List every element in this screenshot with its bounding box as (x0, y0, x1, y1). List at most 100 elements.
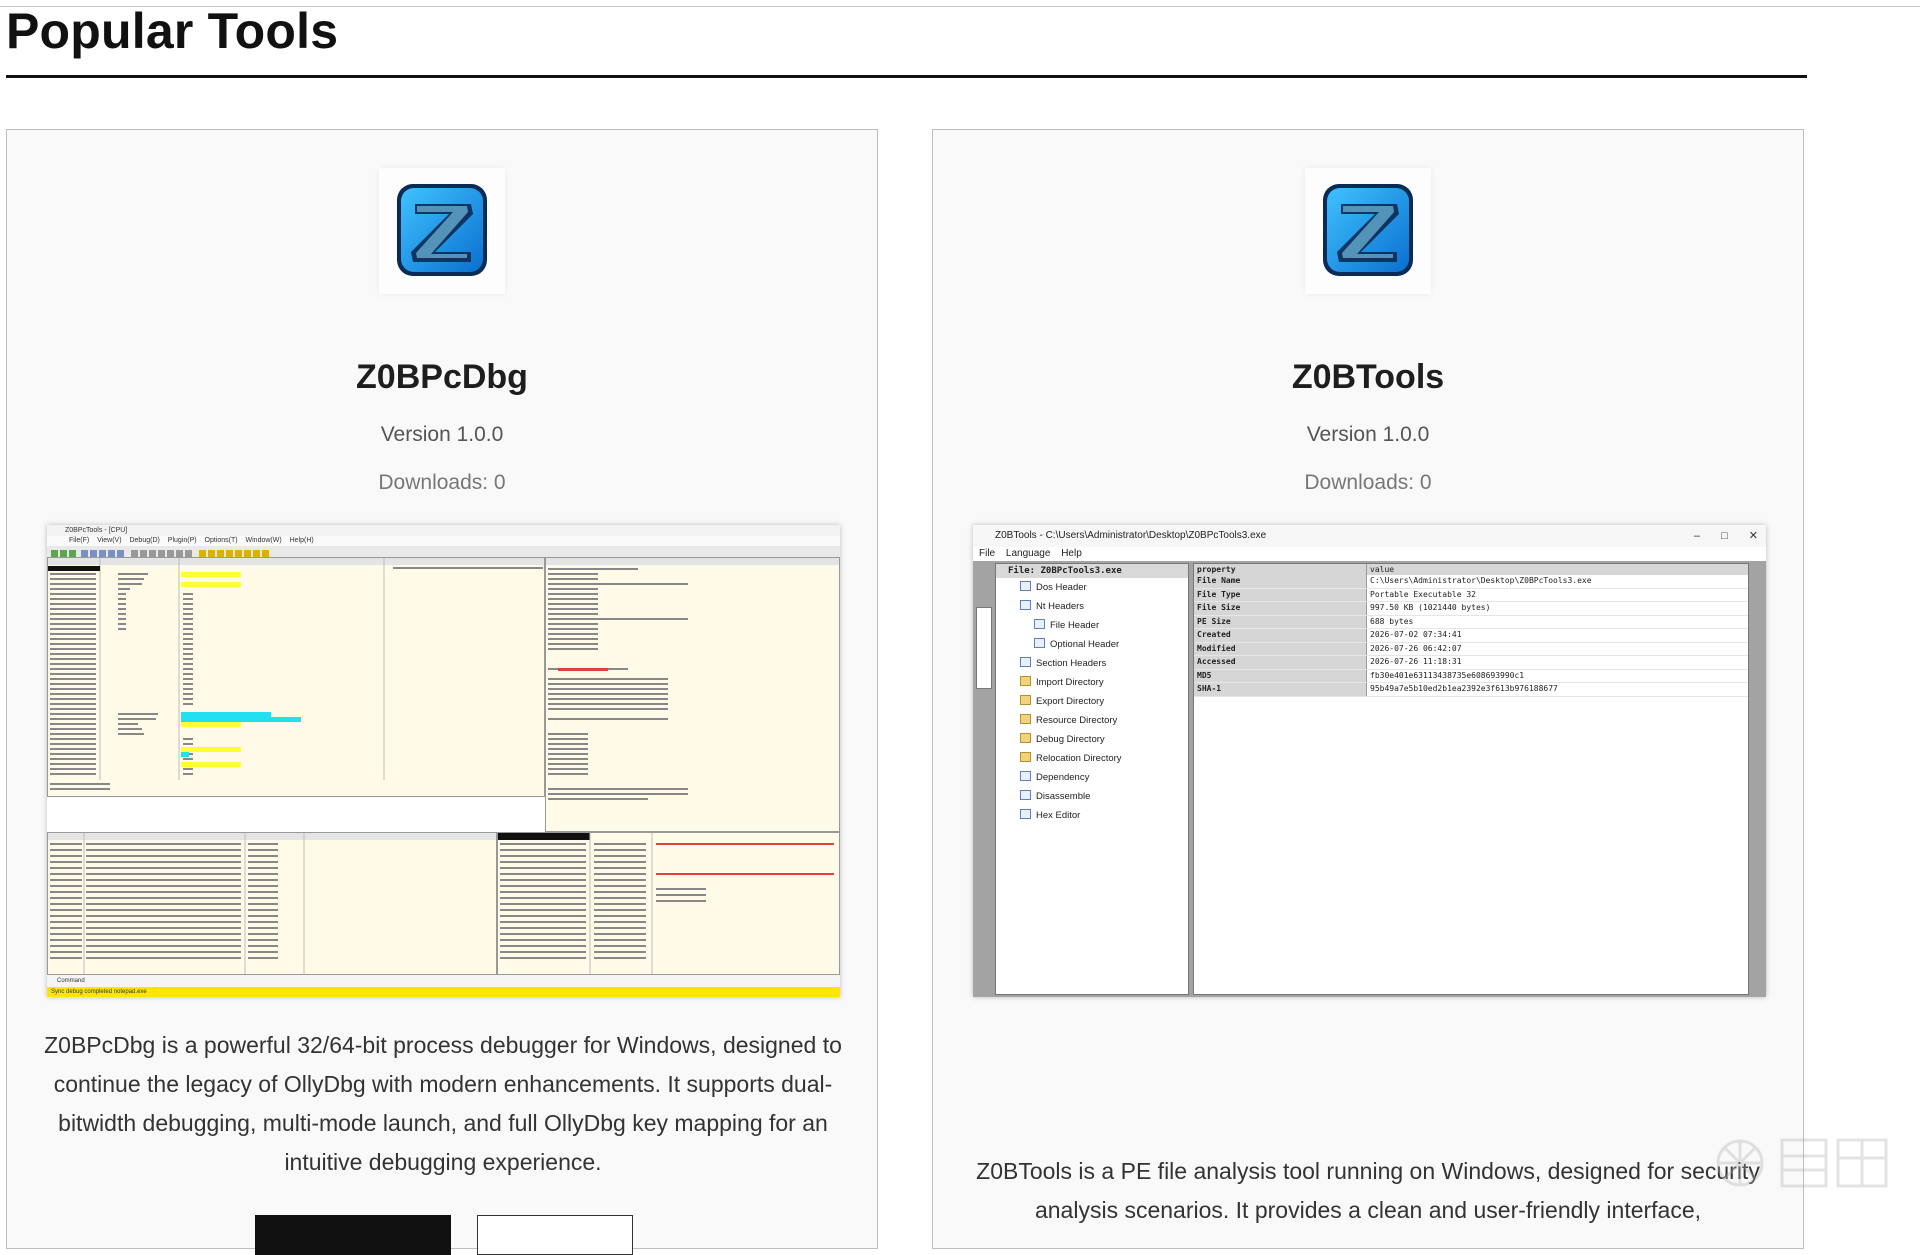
disassembly-pane (47, 557, 545, 797)
grid-row: Created 2026-07-02 07:34:41 (1194, 629, 1748, 643)
tool-description: Z0BTools is a PE file analysis tool runn… (976, 1158, 1760, 1223)
folder-icon (1020, 733, 1031, 743)
document-icon (1034, 638, 1045, 648)
tool-version: Version 1.0.0 (1306, 423, 1430, 446)
document-icon (1020, 790, 1031, 800)
grid-cell-value: 95b49a7e5b10ed2b1ea2392e3f613b976188677 (1370, 684, 1558, 693)
grid-cell-property: MD5 (1194, 669, 1367, 682)
tree-node: Relocation Directory (996, 749, 1188, 768)
stack-pane (497, 832, 840, 975)
pe-menu-bar: File Language Help (973, 547, 1766, 561)
details-button[interactable] (477, 1215, 633, 1255)
tree-node: Disassemble (996, 787, 1188, 806)
z-logo-icon (1305, 168, 1431, 294)
tool-name[interactable]: Z0BPcDbg (7, 358, 877, 397)
tree-node-label: Dos Header (1036, 582, 1087, 593)
folder-icon (1020, 752, 1031, 762)
grid-cell-value: 688 bytes (1370, 616, 1414, 626)
tool-version: Version 1.0.0 (380, 423, 504, 446)
document-icon (1020, 657, 1031, 667)
folder-icon (1020, 714, 1031, 724)
tree-node-label: Dependency (1036, 772, 1090, 783)
menu-file: File (979, 548, 996, 559)
grid-row: MD5 fb30e401e63113438735e608693990c1 (1194, 669, 1748, 683)
tree-node-label: Disassemble (1036, 791, 1091, 802)
tool-name[interactable]: Z0BTools (933, 358, 1803, 397)
tool-card-z0bpcdbg[interactable]: Z0BPcDbg Version 1.0.0 Downloads: 0 Z0BP… (6, 129, 878, 1255)
menu-language: Language (1005, 548, 1051, 559)
grid-cell-property: Modified (1194, 642, 1367, 655)
dbg-command-bar: Command (47, 975, 840, 987)
grid-row: SHA-1 95b49a7e5b10ed2b1ea2392e3f613b97618… (1194, 683, 1748, 697)
dbg-menu-bar: File(F) View(V) Debug(D) Plugin(P) Optio… (47, 536, 840, 546)
pe-side-tab (976, 607, 992, 689)
tree-node: Dos Header (996, 578, 1188, 597)
tree-node: Nt Headers (996, 597, 1188, 616)
tree-node: File Header (996, 616, 1188, 635)
grid-cell-property: PE Size (1194, 615, 1367, 628)
document-icon (1020, 581, 1031, 591)
tree-node: Dependency (996, 768, 1188, 787)
title-underline (6, 75, 1807, 78)
grid-header-value: value (1367, 564, 1748, 575)
tree-node: Optional Header (996, 635, 1188, 654)
tree-node-label: Import Directory (1036, 677, 1104, 688)
folder-icon (1020, 695, 1031, 705)
tree-root: File: Z0BPcTools3.exe (996, 564, 1188, 578)
grid-cell-property: File Type (1194, 588, 1367, 601)
tree-node-label: Section Headers (1036, 658, 1107, 669)
pe-property-grid: property value File Name C:\Users\Adminis… (1193, 563, 1749, 995)
tree-node: Resource Directory (996, 711, 1188, 730)
pe-window-title: Z0BTools - C:\Users\Administrator\Deskto… (973, 525, 1766, 547)
grid-cell-property: Accessed (1194, 656, 1367, 669)
document-icon (1034, 619, 1045, 629)
tree-node: Export Directory (996, 692, 1188, 711)
tree-node-label: Nt Headers (1036, 601, 1085, 612)
tool-downloads: Downloads: 0 (378, 471, 506, 494)
tree-node-label: Debug Directory (1036, 734, 1105, 745)
grid-header-property: property (1194, 564, 1367, 575)
download-button[interactable] (255, 1215, 451, 1255)
grid-cell-value: 997.50 KB (1021440 bytes) (1370, 603, 1491, 612)
grid-cell-value: Portable Executable 32 (1370, 589, 1476, 599)
pe-tree-view: File: Z0BPcTools3.exe Dos Header Nt Heade… (995, 563, 1189, 995)
dbg-window-title: Z0BPcTools - [CPU] (47, 525, 840, 536)
tree-node: Debug Directory (996, 730, 1188, 749)
z-logo-icon (379, 168, 505, 294)
tree-node-label: Optional Header (1050, 639, 1120, 650)
page-title: Popular Tools (6, 3, 339, 59)
grid-cell-value: 2026-07-02 07:34:41 (1370, 630, 1462, 639)
tree-node: Hex Editor (996, 806, 1188, 825)
document-icon (1020, 600, 1031, 610)
tree-node-label: Export Directory (1036, 696, 1105, 707)
dbg-status-bar: Sync debug completed notepad.exe (47, 987, 840, 997)
grid-row: File Size 997.50 KB (1021440 bytes) (1194, 602, 1748, 616)
grid-cell-property: Created (1194, 629, 1367, 642)
pe-body: File: Z0BPcTools3.exe Dos Header Nt Heade… (973, 561, 1766, 997)
tree-node-label: Relocation Directory (1036, 753, 1122, 764)
debugger-screenshot: Z0BPcTools - [CPU] File(F) View(V) Debug… (47, 525, 840, 997)
document-icon (1020, 809, 1031, 819)
tree-node-label: Hex Editor (1036, 810, 1081, 821)
tool-description: Z0BPcDbg is a powerful 32/64-bit process… (44, 1032, 842, 1175)
grid-cell-property: SHA-1 (1194, 683, 1367, 696)
memory-dump-pane (47, 832, 497, 975)
grid-cell-property: File Name (1194, 575, 1367, 588)
menu-help: Help (1061, 548, 1082, 559)
tree-node-label: File Header (1050, 620, 1100, 631)
tree-node-label: Resource Directory (1036, 715, 1118, 726)
tree-node: Section Headers (996, 654, 1188, 673)
watermark-logo (1716, 1138, 1888, 1188)
grid-cell-value: C:\Users\Administrator\Desktop\Z0BPcTool… (1370, 576, 1592, 585)
pe-window-title-text: Z0BTools - C:\Users\Administrator\Deskto… (995, 530, 1267, 541)
folder-icon (1020, 676, 1031, 686)
grid-row: File Type Portable Executable 32 (1194, 588, 1748, 602)
tool-downloads: Downloads: 0 (1304, 471, 1432, 494)
grid-cell-value: 2026-07-26 11:18:31 (1370, 657, 1462, 666)
document-icon (1020, 771, 1031, 781)
registers-pane (545, 557, 840, 832)
tool-card-z0btools[interactable]: Z0BTools Version 1.0.0 Downloads: 0 Z0BT… (932, 129, 1804, 1249)
tree-node: Import Directory (996, 673, 1188, 692)
grid-header: property value (1194, 564, 1748, 575)
grid-cell-property: File Size (1194, 602, 1367, 615)
